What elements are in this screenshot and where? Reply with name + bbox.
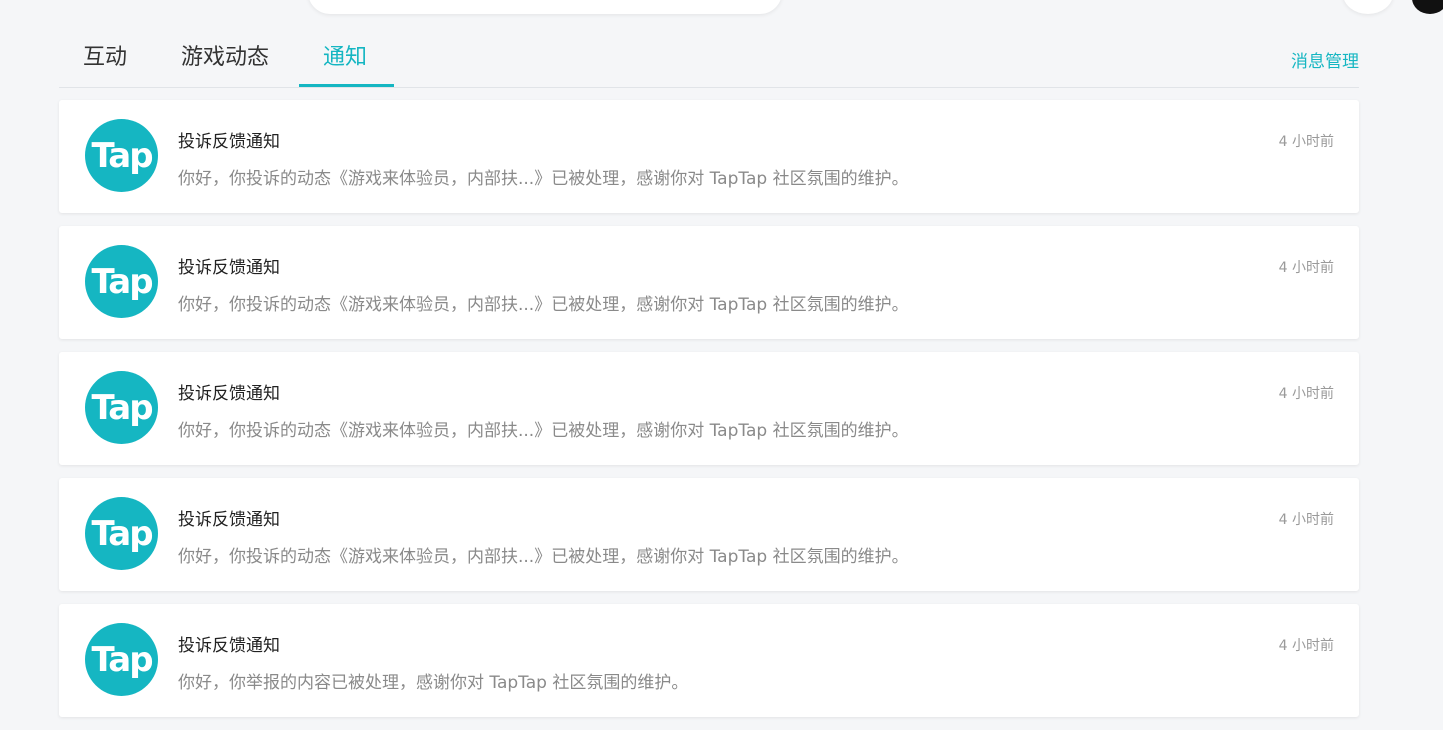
taptap-logo-avatar: Tap	[85, 623, 158, 696]
tab-notifications[interactable]: 通知	[323, 42, 367, 86]
header-icon-button[interactable]	[1343, 0, 1393, 14]
taptap-logo-avatar: Tap	[85, 371, 158, 444]
notification-body: 你好，你举报的内容已被处理，感谢你对 TapTap 社区氛围的维护。	[178, 673, 689, 693]
notification-time: 4 小时前	[1278, 638, 1334, 654]
notification-title: 投诉反馈通知	[178, 636, 280, 656]
notification-card[interactable]: Tap 投诉反馈通知 你好，你投诉的动态《游戏来体验员，内部扶...》已被处理，…	[59, 226, 1359, 339]
notification-time: 4 小时前	[1278, 260, 1334, 276]
notification-time: 4 小时前	[1278, 386, 1334, 402]
tab-game-news[interactable]: 游戏动态	[181, 42, 269, 86]
tab-interaction[interactable]: 互动	[83, 42, 127, 86]
taptap-logo-avatar: Tap	[85, 497, 158, 570]
notification-title: 投诉反馈通知	[178, 384, 280, 404]
message-management-link[interactable]: 消息管理	[1291, 47, 1359, 72]
notification-card[interactable]: Tap 投诉反馈通知 你好，你举报的内容已被处理，感谢你对 TapTap 社区氛…	[59, 604, 1359, 717]
notification-body: 你好，你投诉的动态《游戏来体验员，内部扶...》已被处理，感谢你对 TapTap…	[178, 421, 909, 441]
notification-title: 投诉反馈通知	[178, 510, 280, 530]
user-avatar[interactable]	[1412, 0, 1443, 14]
notification-body: 你好，你投诉的动态《游戏来体验员，内部扶...》已被处理，感谢你对 TapTap…	[178, 295, 909, 315]
notification-title: 投诉反馈通知	[178, 132, 280, 152]
notification-card[interactable]: Tap 投诉反馈通知 你好，你投诉的动态《游戏来体验员，内部扶...》已被处理，…	[59, 478, 1359, 591]
notification-list: Tap 投诉反馈通知 你好，你投诉的动态《游戏来体验员，内部扶...》已被处理，…	[59, 100, 1359, 730]
tab-bar: 互动 游戏动态 通知 消息管理	[59, 36, 1359, 88]
taptap-logo-avatar: Tap	[85, 245, 158, 318]
active-tab-indicator	[299, 84, 394, 87]
notification-body: 你好，你投诉的动态《游戏来体验员，内部扶...》已被处理，感谢你对 TapTap…	[178, 547, 909, 567]
notification-time: 4 小时前	[1278, 134, 1334, 150]
search-bar[interactable]	[308, 0, 782, 14]
notification-body: 你好，你投诉的动态《游戏来体验员，内部扶...》已被处理，感谢你对 TapTap…	[178, 169, 909, 189]
taptap-logo-avatar: Tap	[85, 119, 158, 192]
notification-title: 投诉反馈通知	[178, 258, 280, 278]
notification-card[interactable]: Tap 投诉反馈通知 你好，你投诉的动态《游戏来体验员，内部扶...》已被处理，…	[59, 352, 1359, 465]
notification-time: 4 小时前	[1278, 512, 1334, 528]
notification-card[interactable]: Tap 投诉反馈通知 你好，你投诉的动态《游戏来体验员，内部扶...》已被处理，…	[59, 100, 1359, 213]
